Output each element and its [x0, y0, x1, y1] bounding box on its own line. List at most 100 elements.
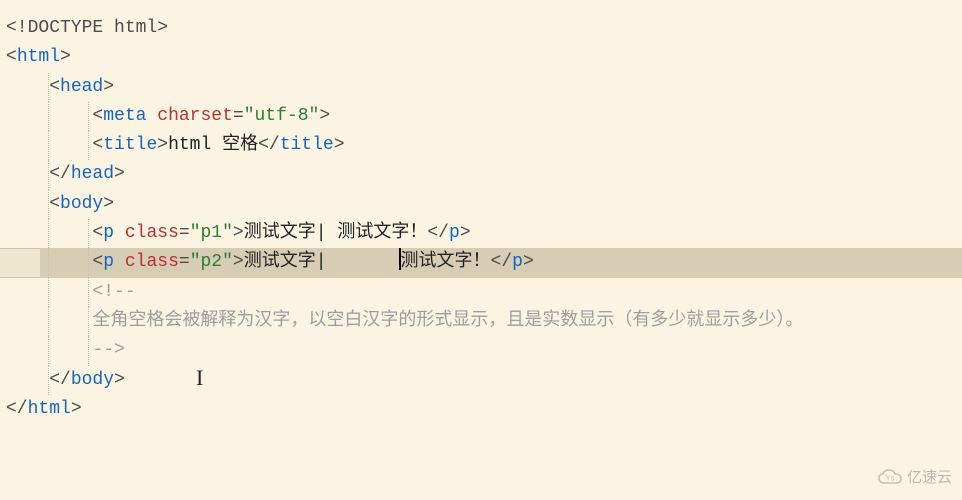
bracket-token: </ — [49, 164, 71, 184]
indent-guide — [48, 366, 49, 395]
bracket-token: </ — [258, 135, 280, 155]
tag-token: title — [103, 135, 157, 155]
indent-guide — [88, 248, 89, 277]
space-token — [146, 106, 157, 126]
bracket-token: < — [92, 252, 103, 272]
indent-guide — [88, 131, 89, 160]
bracket-token: </ — [491, 252, 513, 272]
bracket-token: > — [233, 223, 244, 243]
bracket-token: </ — [6, 399, 28, 419]
watermark: Ys 亿速云 — [877, 463, 952, 492]
bracket-token: > — [103, 77, 114, 97]
bracket-token: < — [49, 77, 60, 97]
bracket-token: > — [60, 47, 71, 67]
string-token: "utf-8" — [244, 106, 320, 126]
tag-token: title — [280, 135, 334, 155]
text-token: 测试文字！ — [401, 252, 491, 272]
equals-token: = — [233, 106, 244, 126]
attr-token: class — [125, 223, 179, 243]
indent-guide — [48, 190, 49, 219]
indent-guide — [88, 307, 89, 336]
indent — [6, 77, 49, 97]
code-line[interactable]: <meta charset="utf-8"> — [0, 102, 962, 131]
code-line[interactable]: --> — [0, 336, 962, 365]
bracket-token: </ — [427, 223, 449, 243]
watermark-text: 亿速云 — [907, 463, 952, 492]
code-line-active[interactable]: <p class="p2">测试文字| 测试文字！</p> — [0, 248, 962, 277]
equals-token: = — [179, 252, 190, 272]
string-token: "p2" — [190, 252, 233, 272]
indent-guide — [48, 307, 49, 336]
indent — [6, 164, 49, 184]
indent-guide — [88, 336, 89, 365]
indent-guide — [88, 102, 89, 131]
tag-token: p — [449, 223, 460, 243]
indent — [6, 223, 92, 243]
bracket-token: > — [157, 135, 168, 155]
string-token: "p1" — [190, 223, 233, 243]
code-line[interactable]: </head> — [0, 160, 962, 189]
code-editor[interactable]: <!DOCTYPE html> <html> <head> <meta char… — [0, 0, 962, 424]
tag-token: p — [512, 252, 523, 272]
tag-token: html — [28, 399, 71, 419]
indent-guide — [48, 336, 49, 365]
space-token — [114, 252, 125, 272]
text-token: 测试文字| — [244, 252, 399, 272]
tag-token: head — [71, 164, 114, 184]
space-token — [114, 223, 125, 243]
code-line[interactable]: <body> — [0, 190, 962, 219]
indent-guide — [48, 102, 49, 131]
indent-guide — [48, 73, 49, 102]
code-line[interactable]: <title>html 空格</title> — [0, 131, 962, 160]
text-token: 测试文字| 测试文字！ — [244, 223, 428, 243]
text-token: html 空格 — [168, 135, 258, 155]
indent-guide — [88, 278, 89, 307]
bracket-token: > — [233, 252, 244, 272]
indent — [6, 340, 92, 360]
attr-token: charset — [157, 106, 233, 126]
bracket-token: > — [319, 106, 330, 126]
code-line[interactable]: <head> — [0, 73, 962, 102]
bracket-token: < — [92, 135, 103, 155]
indent-guide — [48, 160, 49, 189]
bracket-token: < — [49, 194, 60, 214]
code-line[interactable]: <p class="p1">测试文字| 测试文字！</p> — [0, 219, 962, 248]
code-line[interactable]: </html> — [0, 395, 962, 424]
svg-text:Ys: Ys — [885, 474, 894, 483]
comment-token: --> — [92, 340, 124, 360]
indent-guide — [48, 131, 49, 160]
indent — [6, 194, 49, 214]
bracket-token: > — [114, 164, 125, 184]
tag-token: body — [71, 370, 114, 390]
indent-guide — [48, 248, 49, 277]
indent-guide — [48, 278, 49, 307]
bracket-token: < — [6, 47, 17, 67]
code-line[interactable]: <!-- — [0, 278, 962, 307]
comment-token: <!-- — [92, 282, 135, 302]
code-line[interactable]: </body> — [0, 366, 962, 395]
bracket-token: > — [460, 223, 471, 243]
indent — [6, 106, 92, 126]
bracket-token: </ — [49, 370, 71, 390]
bracket-token: > — [103, 194, 114, 214]
indent — [6, 282, 92, 302]
tag-token: body — [60, 194, 103, 214]
code-line[interactable]: <!DOCTYPE html> — [0, 14, 962, 43]
indent — [6, 370, 49, 390]
indent — [6, 135, 92, 155]
gutter-highlight — [0, 248, 40, 277]
tag-token: p — [103, 252, 114, 272]
code-line[interactable]: 全角空格会被解释为汉字，以空白汉字的形式显示，且是实数显示（有多少就显示多少）。 — [0, 307, 962, 336]
bracket-token: > — [334, 135, 345, 155]
tag-token: meta — [103, 106, 146, 126]
indent — [6, 311, 92, 331]
bracket-token: > — [523, 252, 534, 272]
code-line[interactable]: <html> — [0, 43, 962, 72]
mouse-cursor-ibeam-icon: I — [196, 363, 203, 392]
indent-guide — [88, 219, 89, 248]
indent-guide — [48, 219, 49, 248]
tag-token: head — [60, 77, 103, 97]
bracket-token: < — [92, 106, 103, 126]
attr-token: class — [125, 252, 179, 272]
bracket-token: > — [71, 399, 82, 419]
